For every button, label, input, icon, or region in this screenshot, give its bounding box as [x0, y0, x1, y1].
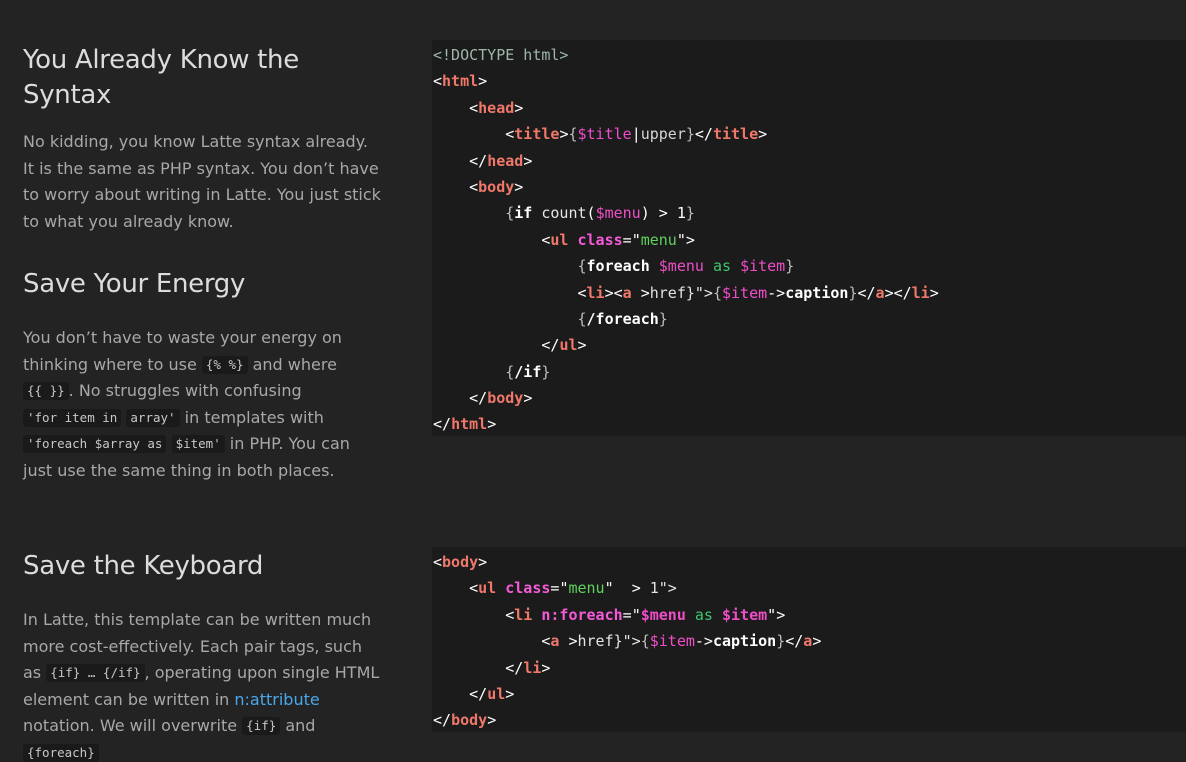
inline-code: {% %} [201, 355, 248, 374]
code-line: </ul> [469, 684, 515, 703]
section-energy: Save Your Energy You don’t have to waste… [23, 267, 383, 484]
text-segment: . No struggles with confusing [68, 381, 302, 400]
inline-code: 'foreach $array as [23, 435, 167, 453]
inline-code: {{ }} [23, 382, 69, 400]
code-line: </body> [433, 711, 497, 730]
code-line: </html> [433, 415, 497, 434]
code-line: </body> [469, 389, 533, 408]
code-line: </head> [469, 151, 533, 170]
code-line: </li> [505, 658, 551, 677]
code-line: {/foreach} [577, 309, 668, 328]
text-segment: and [280, 716, 316, 735]
code-line: <html> [433, 72, 488, 91]
heading-keyboard: Save the Keyboard [23, 551, 264, 581]
code-line: <body> [433, 553, 488, 571]
inline-code: {foreach} [23, 743, 99, 762]
code-line: </ul> [541, 336, 587, 355]
text-segment: and where [247, 354, 337, 374]
inline-code: $item' [171, 435, 225, 453]
text-segment: notation. We will overwrite [23, 716, 243, 735]
code-line: {if count($menu) > 1} [505, 204, 695, 223]
code-line: <li n:foreach="$menu as $item"> [505, 605, 786, 624]
n-attribute-link[interactable]: n:attribute [234, 690, 319, 709]
code-line: <a >href}">{$item->caption}</a> [541, 632, 822, 651]
page: You Already Know the Syntax No kidding, … [0, 0, 1186, 762]
heading-energy: Save Your Energy [23, 269, 246, 299]
code-line: <head> [469, 98, 524, 117]
paragraph-keyboard: In Latte, this template can be written m… [23, 607, 383, 762]
code-block-1: <!DOCTYPE html> <html> <head> <title>{$ti… [432, 40, 1186, 436]
paragraph-syntax: No kidding, you know Latte syntax alread… [23, 132, 381, 231]
code-line: <title>{$title|upper}</title> [505, 125, 768, 144]
section-syntax: You Already Know the Syntax No kidding, … [23, 43, 383, 235]
code-block-2: <body> <ul class="menu" > 1"> <li n:fore… [432, 547, 1186, 732]
heading-syntax: You Already Know the Syntax [23, 45, 299, 110]
inline-code: {if} [242, 717, 281, 735]
text-segment: in templates with [179, 407, 324, 427]
code-line: <ul class="menu"> [541, 230, 695, 249]
code-line: <ul class="menu" > 1"> [469, 579, 677, 598]
inline-code: {if} … {/if} [46, 664, 145, 682]
code-line: {foreach $menu as $item} [577, 257, 795, 276]
code-line: <li><a >href}">{$item->caption}</a></li> [577, 283, 939, 302]
inline-code: array' [126, 408, 180, 427]
code-line: <body> [469, 177, 524, 196]
paragraph-energy: You don’t have to waste your energy on t… [23, 325, 383, 484]
code-line: {/if} [505, 362, 551, 381]
section-keyboard: Save the Keyboard In Latte, this templat… [23, 549, 383, 762]
inline-code: 'for item in [23, 408, 122, 427]
code-line: <!DOCTYPE html> [433, 46, 569, 64]
